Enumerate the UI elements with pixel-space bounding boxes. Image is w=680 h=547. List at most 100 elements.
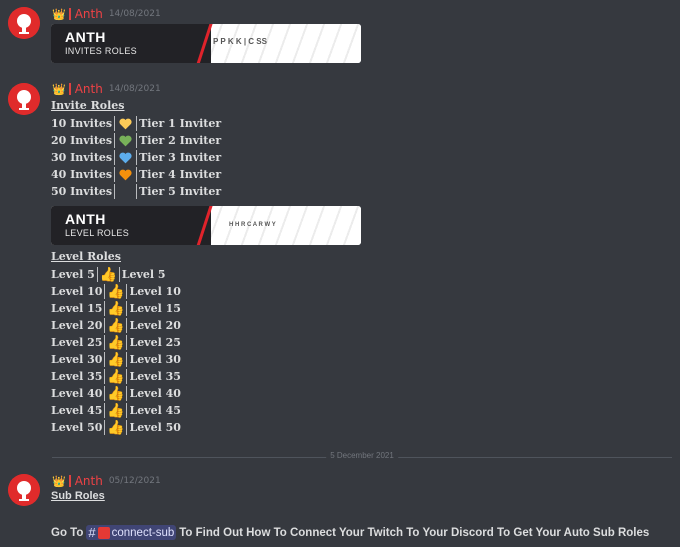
channel-mention[interactable]: # connect-sub: [86, 525, 177, 540]
user-avatar[interactable]: [8, 474, 40, 506]
sub-roles-title: Sub Roles: [51, 490, 105, 502]
divider: [126, 352, 128, 367]
invite-row: 30 Invites Tier 3 Inviter: [51, 149, 221, 166]
level-left: Level 45: [51, 404, 103, 417]
divider: [126, 284, 128, 299]
user-avatar[interactable]: [8, 83, 40, 115]
level-left: Level 25: [51, 336, 103, 349]
divider: [104, 335, 106, 350]
username[interactable]: Anth: [75, 474, 103, 488]
divider: [104, 352, 106, 367]
divider: [126, 301, 128, 316]
instruction-text: To Find Out How To Connect Your Twitch T…: [179, 526, 650, 539]
timestamp: 05/12/2021: [108, 476, 161, 486]
date-divider: 5 December 2021: [52, 451, 672, 460]
level-row: Level 40 👍 Level 40: [51, 385, 181, 402]
invite-role: Tier 5 Inviter: [139, 185, 222, 198]
invite-count: 40 Invites: [51, 168, 113, 181]
thumbs-up-icon: 👍: [99, 266, 118, 283]
level-row: Level 30 👍 Level 30: [51, 351, 181, 368]
divider: [136, 167, 138, 182]
message-header: 👑 Anth 14/08/2021: [52, 6, 161, 22]
invite-count: 20 Invites: [51, 134, 113, 147]
level-left: Level 30: [51, 353, 103, 366]
banner-subtitle: LEVEL ROLES: [65, 228, 129, 238]
level-left: Level 10: [51, 285, 103, 298]
invite-role: Tier 2 Inviter: [139, 134, 222, 147]
divider: [104, 386, 106, 401]
level-right: Level 50: [129, 421, 181, 434]
invite-row: 40 Invites Tier 4 Inviter: [51, 166, 221, 183]
avatar-icon: [8, 83, 40, 115]
thumbs-up-icon: 👍: [107, 385, 125, 402]
invite-row: 20 Invites Tier 2 Inviter: [51, 132, 221, 149]
invites-roles-banner[interactable]: ANTH INVITES ROLES P P K K | C SS: [51, 24, 361, 63]
level-left: Level 15: [51, 302, 103, 315]
role-bar: [68, 83, 71, 95]
thumbs-up-icon: 👍: [107, 402, 125, 419]
level-row: Level 25 👍 Level 25: [51, 334, 181, 351]
invite-count: 50 Invites: [51, 185, 113, 198]
message-header: 👑 Anth 14/08/2021: [52, 81, 161, 97]
level-right: Level 30: [129, 353, 181, 366]
invite-role: Tier 3 Inviter: [139, 151, 222, 164]
crown-icon: 👑: [52, 7, 66, 21]
level-roles-title: Level Roles: [51, 250, 121, 263]
level-roles-banner[interactable]: ANTH LEVEL ROLES H H R C A R W Y: [51, 206, 361, 245]
timestamp: 14/08/2021: [108, 9, 161, 19]
date-divider-label: 5 December 2021: [326, 451, 398, 460]
invite-row: 50 Invites Tier 5 Inviter: [51, 183, 221, 200]
banner-right-text: P P K K | C SS: [213, 37, 267, 46]
divider: [114, 167, 116, 182]
avatar-icon: [8, 7, 40, 39]
divider: [126, 318, 128, 333]
timestamp: 14/08/2021: [108, 84, 161, 94]
divider: [126, 403, 128, 418]
divider: [114, 116, 116, 131]
banner-title: ANTH: [65, 211, 106, 227]
avatar-icon: [8, 474, 40, 506]
thumbs-up-icon: 👍: [107, 317, 125, 334]
level-right: Level 45: [129, 404, 181, 417]
divider: [126, 369, 128, 384]
green-heart-icon: [117, 133, 134, 148]
thumbs-up-icon: 👍: [107, 419, 125, 436]
invite-row: 10 Invites Tier 1 Inviter: [51, 115, 221, 132]
level-right: Level 10: [129, 285, 181, 298]
divider: [114, 184, 116, 199]
user-avatar[interactable]: [8, 7, 40, 39]
divider: [104, 284, 106, 299]
divider: [104, 318, 106, 333]
thumbs-up-icon: 👍: [107, 283, 125, 300]
message-header: 👑 Anth 05/12/2021: [52, 473, 161, 489]
yellow-heart-icon: [117, 116, 134, 131]
thumbs-up-icon: 👍: [107, 334, 125, 351]
banner-title: ANTH: [65, 29, 106, 45]
username[interactable]: Anth: [75, 7, 103, 21]
invite-roles-block: Invite Roles 10 Invites Tier 1 Inviter 2…: [51, 99, 351, 209]
username[interactable]: Anth: [75, 82, 103, 96]
divider: [104, 403, 106, 418]
orange-heart-icon: [117, 167, 134, 182]
level-right: Level 25: [129, 336, 181, 349]
invite-role: Tier 4 Inviter: [139, 168, 222, 181]
banner-subtitle: INVITES ROLES: [65, 46, 137, 56]
go-to-text: Go To: [51, 526, 84, 539]
level-row: Level 20 👍 Level 20: [51, 317, 181, 334]
divider: [104, 301, 106, 316]
divider: [126, 386, 128, 401]
divider: [114, 133, 116, 148]
divider: [136, 184, 138, 199]
invite-role: Tier 1 Inviter: [139, 117, 222, 130]
channel-name: connect-sub: [111, 526, 175, 539]
empty-emoji-slot: [117, 184, 134, 199]
divider: [136, 116, 138, 131]
banner-right-text: H H R C A R W Y: [229, 222, 276, 228]
role-bar: [68, 8, 71, 20]
level-right: Level 35: [129, 370, 181, 383]
crown-icon: 👑: [52, 82, 66, 96]
divider: [118, 267, 120, 282]
divider: [136, 133, 138, 148]
level-left: Level 5: [51, 268, 95, 281]
crown-icon: 👑: [52, 474, 66, 488]
